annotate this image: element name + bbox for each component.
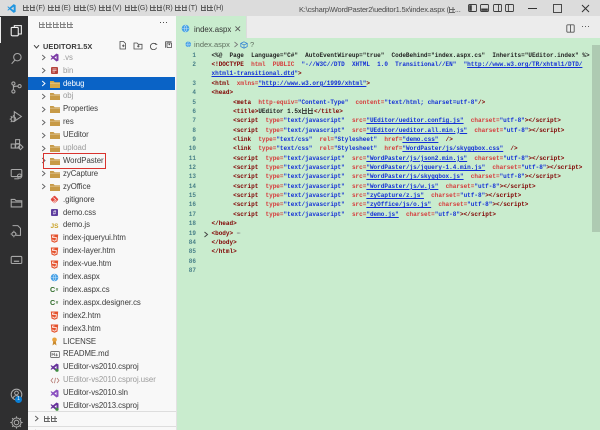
svg-text:JS: JS bbox=[51, 223, 59, 230]
svg-text:#: # bbox=[56, 300, 59, 306]
svg-text:#: # bbox=[56, 287, 59, 293]
svg-text:C: C bbox=[50, 286, 55, 295]
svg-text:C: C bbox=[50, 298, 55, 307]
